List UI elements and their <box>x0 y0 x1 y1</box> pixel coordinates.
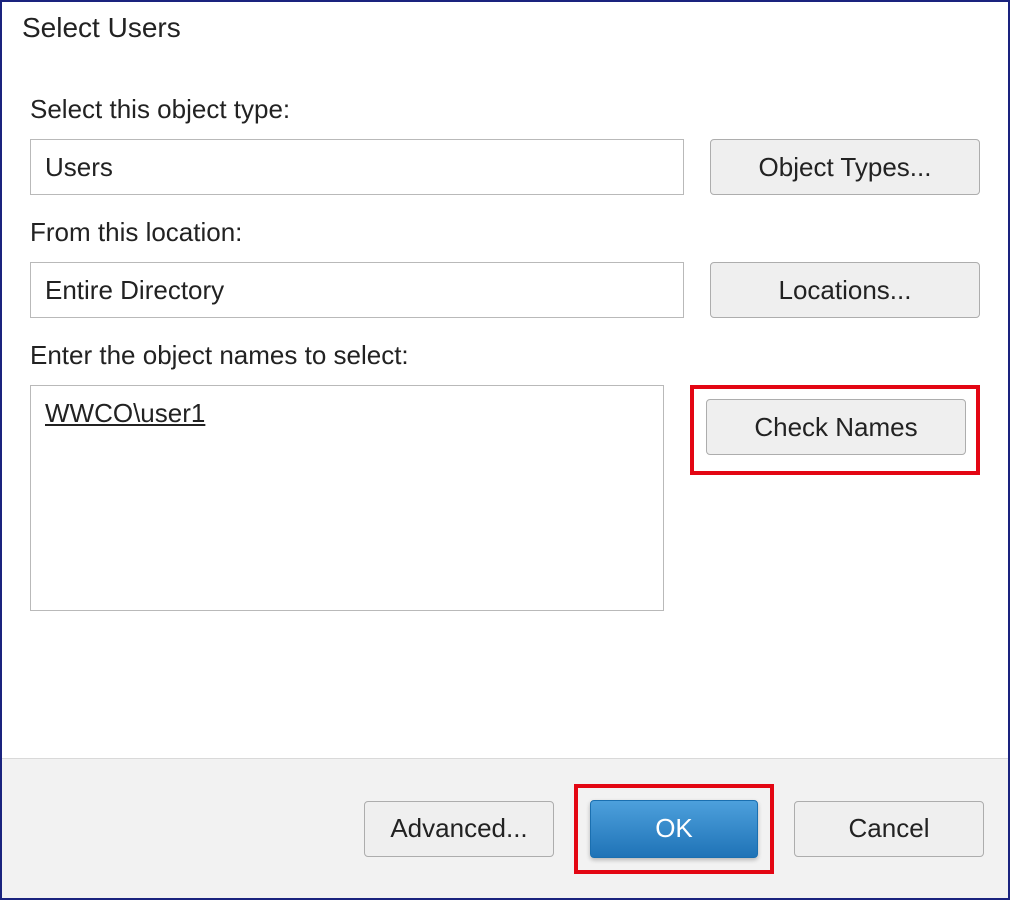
dialog-content: Select this object type: Users Object Ty… <box>2 50 1008 758</box>
select-users-dialog: Select Users Select this object type: Us… <box>0 0 1010 900</box>
location-value: Entire Directory <box>30 262 684 318</box>
object-type-row: Users Object Types... <box>30 139 980 195</box>
resolved-name: WWCO\user1 <box>45 398 205 428</box>
highlight-box-icon <box>574 784 774 874</box>
dialog-footer: Advanced... OK Cancel <box>2 758 1008 898</box>
object-names-input[interactable]: WWCO\user1 <box>30 385 664 611</box>
names-label: Enter the object names to select: <box>30 340 980 371</box>
locations-button[interactable]: Locations... <box>710 262 980 318</box>
location-label: From this location: <box>30 217 980 248</box>
object-types-button[interactable]: Object Types... <box>710 139 980 195</box>
advanced-button[interactable]: Advanced... <box>364 801 554 857</box>
check-names-button[interactable]: Check Names <box>706 399 966 455</box>
ok-highlight: OK <box>574 784 774 874</box>
names-row: WWCO\user1 Check Names <box>30 385 980 611</box>
location-row: Entire Directory Locations... <box>30 262 980 318</box>
object-type-value: Users <box>30 139 684 195</box>
cancel-button[interactable]: Cancel <box>794 801 984 857</box>
object-type-label: Select this object type: <box>30 94 980 125</box>
check-names-highlight: Check Names <box>690 385 980 475</box>
dialog-title: Select Users <box>2 2 1008 50</box>
